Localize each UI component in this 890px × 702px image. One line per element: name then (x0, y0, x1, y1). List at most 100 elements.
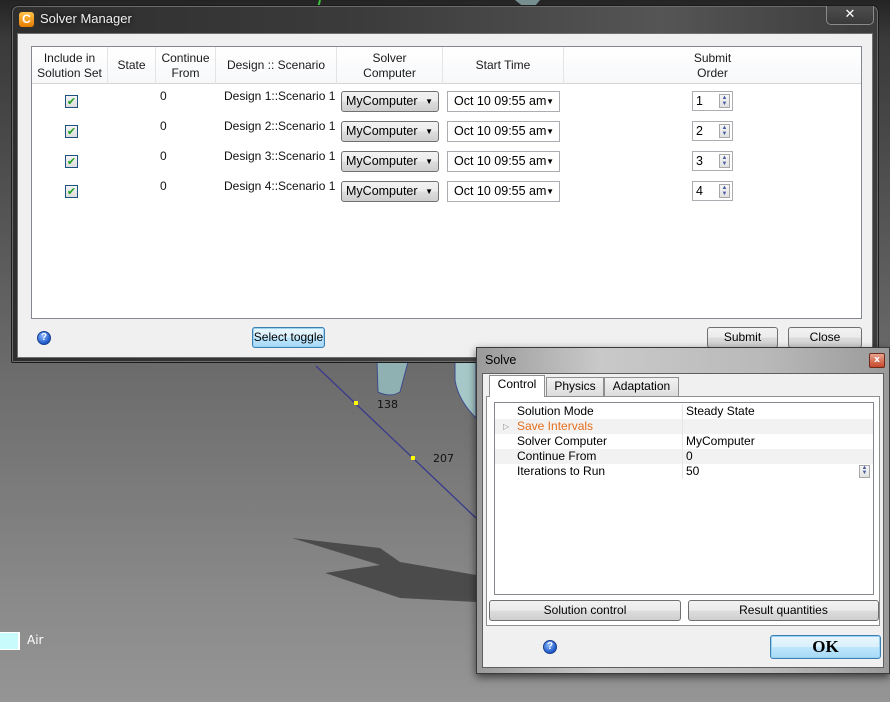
property-row[interactable]: Solver Computer MyComputer (495, 434, 873, 449)
solution-control-button[interactable]: Solution control (489, 600, 681, 621)
legend-label-air: Air (27, 633, 44, 647)
property-value: 0 (686, 449, 693, 463)
solver-manager-body: Include in Solution Set State Continue F… (17, 33, 873, 358)
include-checkbox[interactable]: ✔ (65, 125, 78, 138)
start-time-dropdown[interactable]: Oct 10 09:55 am ▼ (447, 181, 560, 202)
dropdown-value: Oct 10 09:55 am (454, 154, 547, 168)
column-header-design-scenario[interactable]: Design :: Scenario (216, 47, 337, 84)
stepper-value: 4 (696, 184, 703, 198)
solver-computer-dropdown[interactable]: MyComputer ▼ (341, 151, 439, 172)
solver-manager-window: C Solver Manager ✕ Include in Solution S… (11, 5, 879, 363)
property-value: MyComputer (686, 434, 755, 448)
design-scenario-cell: Design 1::Scenario 1 (224, 89, 336, 103)
property-name: Save Intervals (517, 419, 594, 433)
dropdown-value: MyComputer (346, 94, 418, 108)
chevron-down-icon: ▼ (546, 127, 554, 136)
chevron-down-icon: ▼ (546, 157, 554, 166)
property-value: Steady State (686, 404, 755, 418)
column-header-start-time[interactable]: Start Time (443, 47, 564, 84)
spin-arrows-icon[interactable]: ▲ ▼ (719, 154, 730, 168)
help-icon[interactable]: ? (543, 640, 557, 654)
column-header-submit-order[interactable]: Submit Order (564, 47, 861, 84)
include-checkbox[interactable]: ✔ (65, 155, 78, 168)
submit-order-stepper[interactable]: 1 ▲ ▼ (692, 91, 733, 111)
table-row: ✔ 0 Design 3::Scenario 1 MyComputer ▼ Oct… (32, 145, 861, 175)
property-name: Solution Mode (517, 404, 594, 418)
spin-arrows-icon[interactable]: ▲ ▼ (719, 94, 730, 108)
close-window-button[interactable]: ✕ (826, 6, 874, 25)
dropdown-value: MyComputer (346, 184, 418, 198)
legend-swatch-air (0, 632, 20, 650)
ok-button[interactable]: OK (770, 635, 881, 659)
chevron-down-icon: ▼ (546, 97, 554, 106)
submit-order-stepper[interactable]: 4 ▲ ▼ (692, 181, 733, 201)
pipe-segment (454, 361, 477, 420)
control-tab-panel: Solution Mode Steady State ▷ Save Interv… (486, 396, 880, 626)
solver-computer-dropdown[interactable]: MyComputer ▼ (341, 121, 439, 142)
probe-point (411, 456, 415, 460)
pipe-segment (376, 361, 409, 396)
solver-manager-titlebar[interactable]: C Solver Manager ✕ (12, 6, 878, 33)
chevron-down-icon: ▼ (425, 187, 433, 196)
model-shadow (292, 538, 476, 602)
property-name: Continue From (517, 449, 597, 463)
solver-computer-dropdown[interactable]: MyComputer ▼ (341, 181, 439, 202)
spin-arrows-icon[interactable]: ▲ ▼ (859, 465, 870, 478)
tab-physics[interactable]: Physics (546, 377, 604, 396)
column-header-solver-computer[interactable]: Solver Computer (337, 47, 443, 84)
start-time-dropdown[interactable]: Oct 10 09:55 am ▼ (447, 91, 560, 112)
probe-value-label: 138 (377, 398, 398, 411)
continue-from-cell: 0 (160, 149, 167, 163)
close-button[interactable]: Close (788, 327, 862, 348)
stepper-value: 3 (696, 154, 703, 168)
dropdown-value: Oct 10 09:55 am (454, 124, 547, 138)
scenario-table: Include in Solution Set State Continue F… (31, 46, 862, 319)
submit-order-stepper[interactable]: 3 ▲ ▼ (692, 151, 733, 171)
tab-adaptation[interactable]: Adaptation (604, 377, 679, 396)
spin-arrows-icon[interactable]: ▲ ▼ (719, 184, 730, 198)
include-checkbox[interactable]: ✔ (65, 95, 78, 108)
continue-from-cell: 0 (160, 119, 167, 133)
solve-dialog: Solve x Control Physics Adaptation Solut… (476, 347, 890, 674)
design-scenario-cell: Design 4::Scenario 1 (224, 179, 336, 193)
start-time-dropdown[interactable]: Oct 10 09:55 am ▼ (447, 121, 560, 142)
dropdown-value: Oct 10 09:55 am (454, 184, 547, 198)
close-dialog-button[interactable]: x (869, 353, 885, 368)
property-row[interactable]: ▷ Save Intervals (495, 419, 873, 434)
solver-computer-dropdown[interactable]: MyComputer ▼ (341, 91, 439, 112)
tab-control[interactable]: Control (489, 375, 545, 397)
help-icon[interactable]: ? (37, 331, 51, 345)
dropdown-value: Oct 10 09:55 am (454, 94, 547, 108)
iterations-input[interactable]: 50 (686, 464, 699, 479)
property-row[interactable]: Solution Mode Steady State (495, 404, 873, 419)
chevron-down-icon: ▼ (425, 97, 433, 106)
dropdown-value: MyComputer (346, 124, 418, 138)
include-checkbox[interactable]: ✔ (65, 185, 78, 198)
property-row[interactable]: Iterations to Run 50 ▲ ▼ (495, 464, 873, 479)
window-title: Solver Manager (40, 11, 132, 26)
submit-order-stepper[interactable]: 2 ▲ ▼ (692, 121, 733, 141)
submit-button[interactable]: Submit (707, 327, 778, 348)
property-name: Iterations to Run (517, 464, 606, 478)
expand-arrow-icon[interactable]: ▷ (503, 419, 509, 434)
design-scenario-cell: Design 2::Scenario 1 (224, 119, 336, 133)
spin-arrows-icon[interactable]: ▲ ▼ (719, 124, 730, 138)
stepper-value: 2 (696, 124, 703, 138)
select-toggle-button[interactable]: Select toggle (252, 327, 325, 348)
app-logo-icon: C (19, 12, 34, 27)
result-quantities-button[interactable]: Result quantities (688, 600, 879, 621)
continue-from-cell: 0 (160, 179, 167, 193)
dropdown-value: MyComputer (346, 154, 418, 168)
property-grid: Solution Mode Steady State ▷ Save Interv… (494, 402, 874, 595)
property-row[interactable]: Continue From 0 (495, 449, 873, 464)
column-header-continue-from[interactable]: Continue From (156, 47, 216, 84)
property-name: Solver Computer (517, 434, 608, 448)
column-header-include[interactable]: Include in Solution Set (32, 47, 108, 84)
probe-value-label: 207 (433, 452, 454, 465)
solve-dialog-body: Control Physics Adaptation Solution Mode… (482, 373, 884, 668)
table-row: ✔ 0 Design 2::Scenario 1 MyComputer ▼ Oct… (32, 115, 861, 145)
chevron-down-icon: ▼ (425, 157, 433, 166)
column-header-state[interactable]: State (108, 47, 156, 84)
start-time-dropdown[interactable]: Oct 10 09:55 am ▼ (447, 151, 560, 172)
continue-from-cell: 0 (160, 89, 167, 103)
